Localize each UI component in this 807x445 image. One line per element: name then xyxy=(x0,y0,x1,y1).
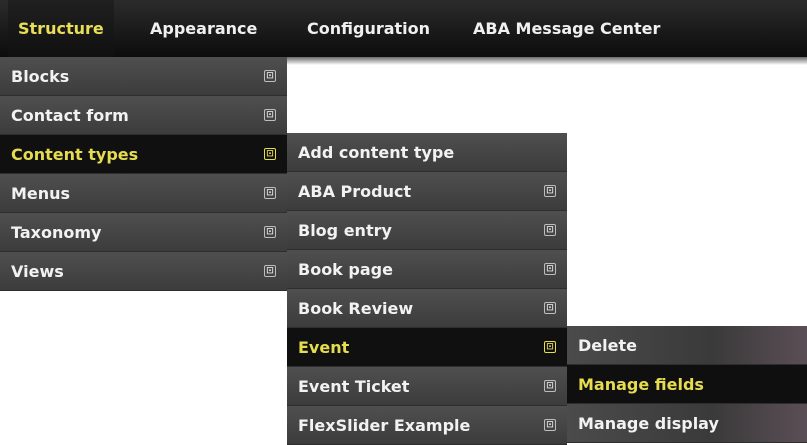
expand-arrow-icon: ⊡ xyxy=(544,419,556,431)
expand-arrow-icon: ⊡ xyxy=(544,185,556,197)
menu-item-book-page[interactable]: Book page ⊡ xyxy=(287,250,567,289)
menu-item-label: FlexSlider Example xyxy=(298,416,471,435)
menu-item-label: ABA Product xyxy=(298,182,412,201)
menu-item-label: Add content type xyxy=(298,143,455,162)
menu-item-blocks[interactable]: Blocks ⊡ xyxy=(0,57,287,96)
topnav-appearance[interactable]: Appearance xyxy=(140,0,267,57)
menu-item-content-types[interactable]: Content types ⊡ xyxy=(0,135,287,174)
menu-item-event[interactable]: Event ⊡ xyxy=(287,328,567,367)
menu-item-label: Manage fields xyxy=(578,375,704,394)
menu-item-label: Book Review xyxy=(298,299,414,318)
menu-item-label: Taxonomy xyxy=(11,223,102,242)
menu-item-contact-form[interactable]: Contact form ⊡ xyxy=(0,96,287,135)
menu-item-taxonomy[interactable]: Taxonomy ⊡ xyxy=(0,213,287,252)
expand-arrow-icon: ⊡ xyxy=(544,302,556,314)
expand-arrow-icon: ⊡ xyxy=(264,187,276,199)
menu-item-label: Event xyxy=(298,338,350,357)
menu-item-event-ticket[interactable]: Event Ticket ⊡ xyxy=(287,367,567,406)
expand-arrow-icon: ⊡ xyxy=(544,263,556,275)
structure-dropdown: Blocks ⊡ Contact form ⊡ Content types ⊡ … xyxy=(0,57,287,291)
menu-item-delete[interactable]: Delete xyxy=(567,326,807,365)
menu-item-label: Content types xyxy=(11,145,139,164)
menu-item-label: Blocks xyxy=(11,67,70,86)
menu-item-label: Book page xyxy=(298,260,393,279)
menu-item-manage-display[interactable]: Manage display xyxy=(567,404,807,443)
expand-arrow-icon: ⊡ xyxy=(264,265,276,277)
menu-item-label: Manage display xyxy=(578,414,719,433)
menu-item-label: Event Ticket xyxy=(298,377,410,396)
topnav-aba-message-center[interactable]: ABA Message Center xyxy=(463,0,670,57)
topnav-configuration[interactable]: Configuration xyxy=(297,0,440,57)
menu-item-label: Contact form xyxy=(11,106,129,125)
menu-item-label: Blog entry xyxy=(298,221,392,240)
menu-item-label: Views xyxy=(11,262,64,281)
expand-arrow-icon: ⊡ xyxy=(264,70,276,82)
content-types-dropdown: Add content type ABA Product ⊡ Blog entr… xyxy=(287,133,567,445)
menu-item-flexslider-example[interactable]: FlexSlider Example ⊡ xyxy=(287,406,567,445)
menu-item-add-content-type[interactable]: Add content type xyxy=(287,133,567,172)
menu-item-label: Delete xyxy=(578,336,637,355)
menu-item-label: Menus xyxy=(11,184,71,203)
expand-arrow-icon: ⊡ xyxy=(264,148,276,160)
menu-item-menus[interactable]: Menus ⊡ xyxy=(0,174,287,213)
menu-item-views[interactable]: Views ⊡ xyxy=(0,252,287,291)
menu-item-aba-product[interactable]: ABA Product ⊡ xyxy=(287,172,567,211)
expand-arrow-icon: ⊡ xyxy=(264,109,276,121)
menu-item-manage-fields[interactable]: Manage fields xyxy=(567,365,807,404)
event-dropdown: Delete Manage fields Manage display xyxy=(567,326,807,443)
admin-toolbar: Structure Appearance Configuration ABA M… xyxy=(0,0,807,65)
menu-item-book-review[interactable]: Book Review ⊡ xyxy=(287,289,567,328)
expand-arrow-icon: ⊡ xyxy=(544,341,556,353)
expand-arrow-icon: ⊡ xyxy=(544,224,556,236)
topnav-structure[interactable]: Structure xyxy=(8,0,114,57)
expand-arrow-icon: ⊡ xyxy=(544,380,556,392)
toolbar-shadow xyxy=(287,57,807,65)
menu-item-blog-entry[interactable]: Blog entry ⊡ xyxy=(287,211,567,250)
expand-arrow-icon: ⊡ xyxy=(264,226,276,238)
